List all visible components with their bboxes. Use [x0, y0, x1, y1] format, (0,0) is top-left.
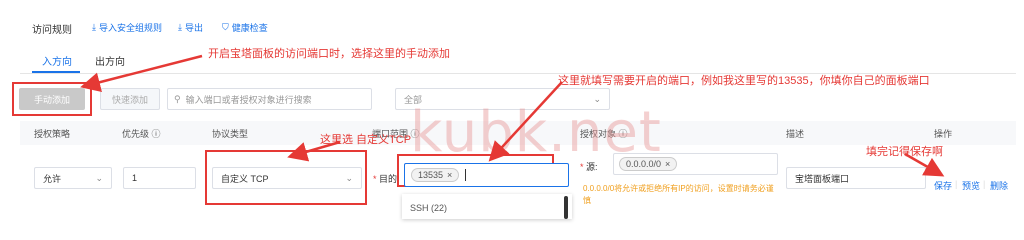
arrow-tcp — [287, 140, 341, 162]
arrow-manual-add — [80, 54, 203, 92]
arrow-port — [488, 81, 563, 162]
arrow-save — [904, 152, 945, 177]
annotation-arrows — [80, 54, 945, 177]
